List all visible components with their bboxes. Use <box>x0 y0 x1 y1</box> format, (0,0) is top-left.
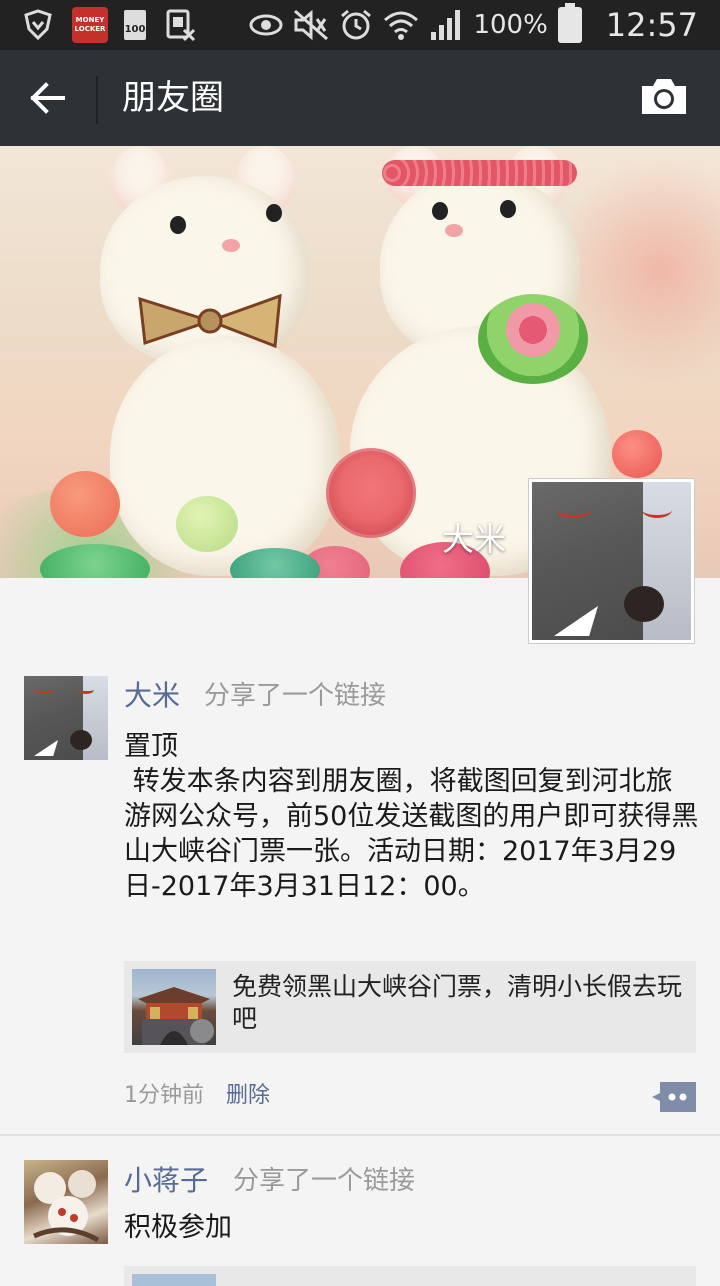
clock: 12:57 <box>605 6 698 44</box>
post-text: 置顶 转发本条内容到朋友圈，将截图回复到河北旅游网公众号，前50位发送截图的用户… <box>124 731 699 902</box>
post-time: 1分钟前 <box>124 1083 204 1108</box>
battery-percent: 100% <box>473 10 548 40</box>
link-card[interactable] <box>124 1266 696 1286</box>
post-nickname[interactable]: 小蒋子 <box>124 1161 208 1201</box>
bow-tie <box>138 293 282 349</box>
cover-owner-name: 大米 <box>442 520 507 558</box>
link-card[interactable]: 免费领黑山大峡谷门票，清明小长假去玩吧 <box>124 961 696 1053</box>
battery-icon <box>557 3 582 43</box>
link-title: 免费领黑山大峡谷门票，清明小长假去玩吧 <box>232 972 683 1033</box>
link-thumbnail <box>132 969 216 1045</box>
owner-avatar[interactable] <box>528 478 695 644</box>
status-bar: MONEY LOCKER 100 100% 12:57 <box>0 0 720 50</box>
post-avatar[interactable] <box>24 676 108 760</box>
money-locker-icon: MONEY LOCKER <box>72 7 108 43</box>
signal-icon <box>431 10 461 40</box>
post-action: 分享了一个链接 <box>233 1166 416 1196</box>
wifi-icon <box>384 11 419 40</box>
title-divider <box>96 76 98 124</box>
moment-post: 大米 分享了一个链接 置顶 转发本条内容到朋友圈，将截图回复到河北旅游网公众号，… <box>0 676 720 1136</box>
post-separator <box>0 1134 720 1136</box>
post-text: 积极参加 <box>124 1212 232 1243</box>
comment-icon[interactable] <box>652 1082 696 1112</box>
moment-post: 小蒋子 分享了一个链接 积极参加 <box>0 1160 720 1286</box>
arrow-left-icon[interactable] <box>24 76 72 120</box>
alarm-icon <box>341 9 372 40</box>
battery-100-icon: 100 <box>124 10 146 40</box>
post-avatar[interactable] <box>24 1160 108 1244</box>
title-bar: 朋友圈 <box>0 50 720 146</box>
camera-icon[interactable] <box>640 76 690 120</box>
mute-icon <box>294 9 329 41</box>
delete-link[interactable]: 删除 <box>226 1079 270 1113</box>
shield-icon <box>20 7 56 43</box>
sim-off-icon <box>162 7 198 43</box>
post-nickname[interactable]: 大米 <box>124 676 180 716</box>
eye-icon <box>249 14 283 36</box>
page-title: 朋友圈 <box>122 78 224 118</box>
post-action: 分享了一个链接 <box>204 681 387 711</box>
